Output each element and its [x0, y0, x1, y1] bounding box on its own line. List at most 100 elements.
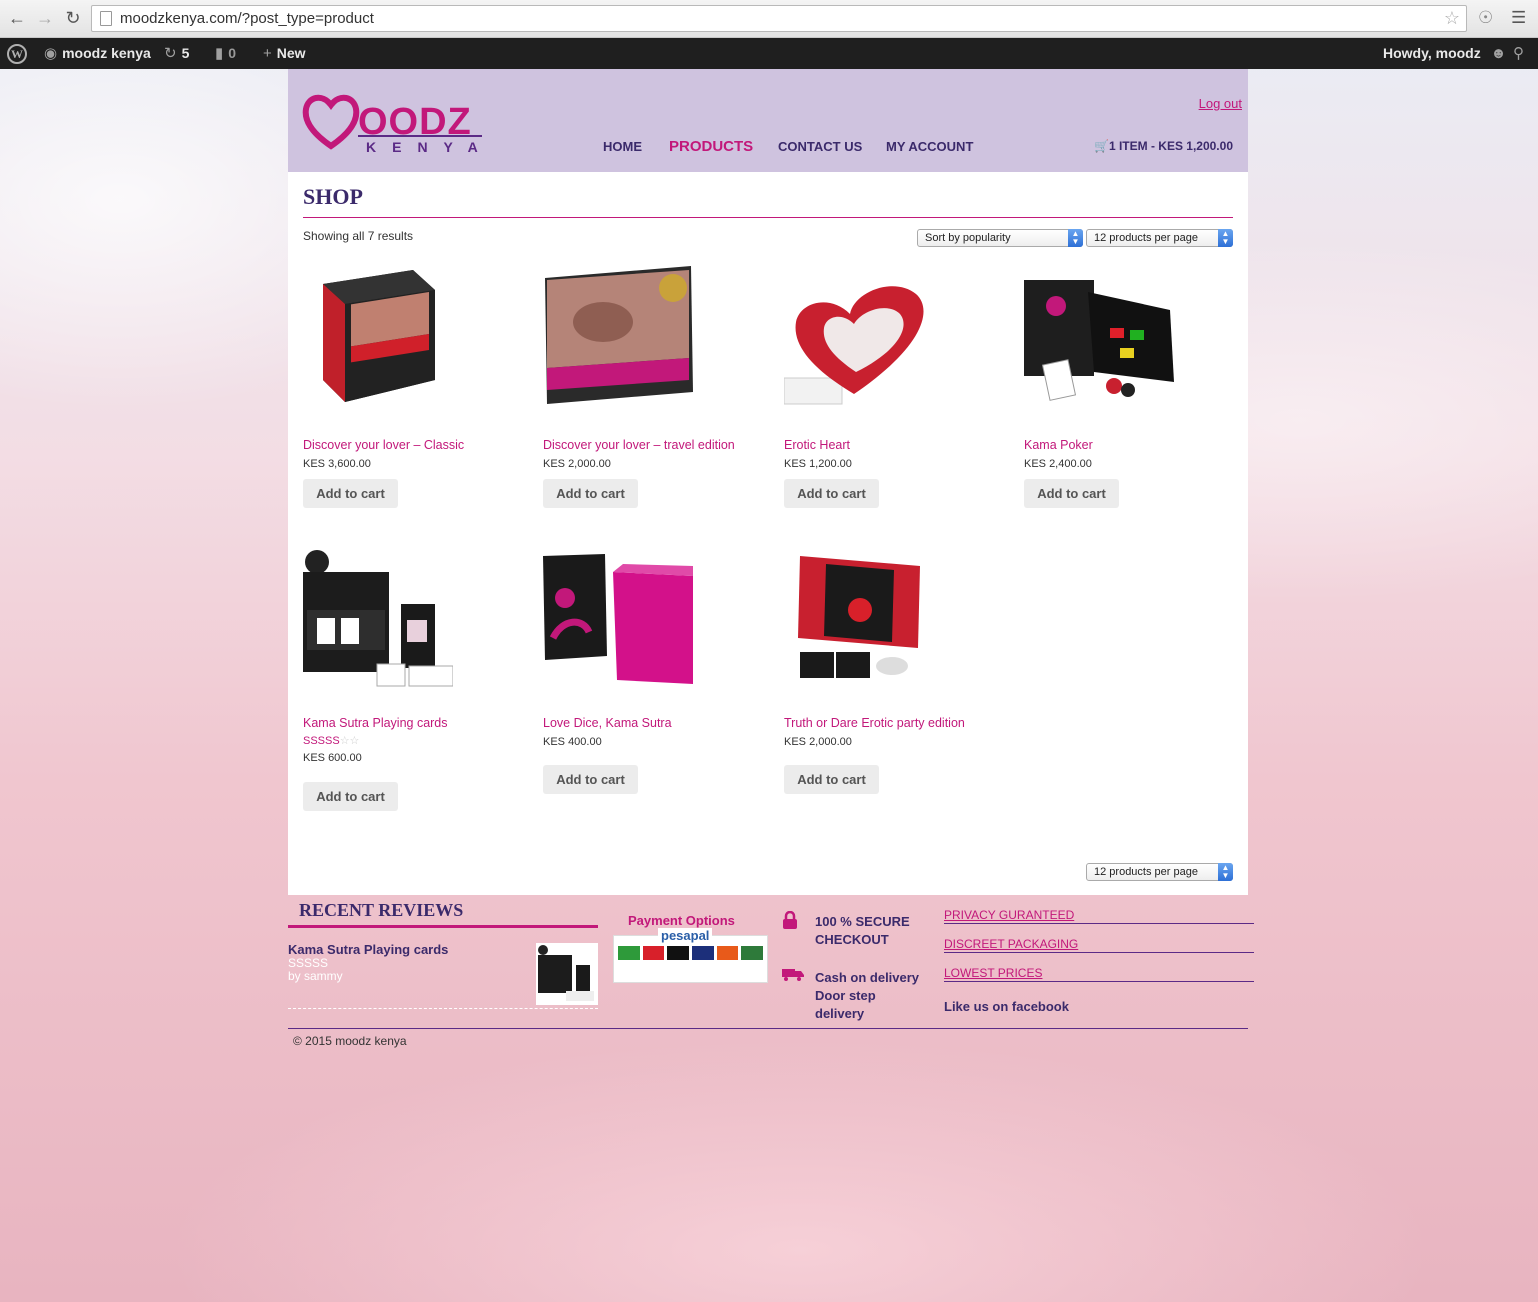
product-name[interactable]: Kama Sutra Playing cards	[303, 716, 448, 730]
add-to-cart-button[interactable]: Add to cart	[784, 479, 879, 508]
product-image[interactable]	[543, 262, 693, 412]
product-image[interactable]	[543, 548, 693, 698]
site-logo[interactable]: OODZ KENYA	[302, 91, 492, 161]
shop-content: SHOP Showing all 7 results Sort by popul…	[288, 172, 1248, 895]
product-name[interactable]: Truth or Dare Erotic party edition	[784, 716, 965, 730]
per-page-select[interactable]: 12 products per page ▲ ▼	[1086, 229, 1233, 247]
new-label: New	[276, 45, 306, 61]
admin-bar: W ◉ moodz kenya ↻ 5 ▮ 0 + New Howdy, moodz ☻…	[0, 38, 1538, 69]
cod-line-2: Door step	[815, 988, 876, 1003]
product-price: KES 1,200.00	[784, 458, 852, 470]
product-image[interactable]	[784, 548, 934, 698]
product-name[interactable]: Love Dice, Kama Sutra	[543, 716, 672, 730]
logo-sub: KENYA	[366, 139, 494, 155]
site-name-link[interactable]: ◉ moodz kenya	[44, 38, 151, 69]
pesapal-badge: pesapal	[613, 928, 768, 983]
add-to-cart-button[interactable]: Add to cart	[303, 782, 398, 811]
updates-link[interactable]: ↻ 5	[164, 38, 189, 69]
per-page-select-bottom[interactable]: 12 products per page ▲ ▼	[1086, 863, 1233, 881]
product-price: KES 2,400.00	[1024, 458, 1092, 470]
nav-contact[interactable]: CONTACT US	[778, 139, 862, 154]
back-icon[interactable]: ←	[6, 7, 28, 29]
forward-icon[interactable]: →	[34, 7, 56, 29]
menu-icon[interactable]: ☰	[1511, 8, 1526, 28]
copyright: © 2015 moodz kenya	[293, 1034, 407, 1048]
nav-products[interactable]: PRODUCTS	[669, 138, 753, 155]
page-icon	[100, 11, 112, 26]
payment-options-title: Payment Options	[628, 913, 735, 928]
lock-icon	[783, 911, 797, 929]
review-product-link[interactable]: Kama Sutra Playing cards	[288, 942, 448, 957]
secure-checkout: 100 % SECURE CHECKOUT	[815, 913, 910, 949]
cash-on-delivery: Cash on delivery Door step delivery	[815, 969, 919, 1023]
secure-line-1: 100 % SECURE	[815, 914, 910, 929]
updates-count: 5	[181, 45, 190, 61]
updates-icon: ↻	[164, 45, 177, 62]
sort-select[interactable]: Sort by popularity ▲ ▼	[917, 229, 1083, 247]
review-divider	[288, 1008, 598, 1009]
product-name[interactable]: Erotic Heart	[784, 438, 850, 452]
comments-link[interactable]: ▮ 0	[215, 38, 236, 69]
product-image[interactable]	[303, 548, 453, 698]
result-count: Showing all 7 results	[303, 229, 414, 243]
logout-link[interactable]: Log out	[1199, 96, 1242, 111]
product-image[interactable]	[784, 262, 934, 412]
nav-home[interactable]: HOME	[603, 139, 642, 154]
product-price: KES 2,000.00	[543, 458, 611, 470]
url-text: moodzkenya.com/?post_type=product	[120, 10, 374, 27]
site-header: OODZ KENYA Log out HOME PRODUCTS CONTACT…	[288, 69, 1248, 172]
facebook-link[interactable]: Like us on facebook	[944, 999, 1069, 1014]
recent-reviews-title: RECENT REVIEWS	[299, 900, 464, 920]
comment-icon: ▮	[215, 45, 224, 62]
cod-line-3: delivery	[815, 1006, 865, 1021]
product-price: KES 400.00	[543, 736, 602, 748]
add-to-cart-button[interactable]: Add to cart	[303, 479, 398, 508]
title-divider	[303, 217, 1233, 218]
plus-icon: +	[263, 45, 272, 62]
lowest-prices-link[interactable]: LOWEST PRICES	[944, 966, 1254, 982]
nav-account[interactable]: MY ACCOUNT	[886, 139, 973, 154]
product-image[interactable]	[303, 262, 453, 412]
address-bar[interactable]: moodzkenya.com/?post_type=product ☆	[91, 5, 1467, 32]
site-name: moodz kenya	[62, 45, 151, 61]
pesapal-logo: pesapal	[658, 928, 713, 943]
per-page-value: 12 products per page	[1094, 232, 1198, 244]
rating-stars: SSSSS☆☆	[303, 735, 360, 747]
logo-word: OODZ	[358, 101, 472, 143]
add-to-cart-button[interactable]: Add to cart	[1024, 479, 1119, 508]
admin-search-icon[interactable]: ⚲	[1513, 38, 1529, 69]
product-price: KES 3,600.00	[303, 458, 371, 470]
select-arrows-icon: ▲ ▼	[1068, 229, 1083, 247]
product-name[interactable]: Discover your lover – Classic	[303, 438, 464, 452]
account-link[interactable]: Howdy, moodz ☻	[1383, 38, 1511, 69]
product-name[interactable]: Kama Poker	[1024, 438, 1093, 452]
product-name[interactable]: Discover your lover – travel edition	[543, 438, 735, 452]
browser-toolbar: ← → ↻ moodzkenya.com/?post_type=product …	[0, 0, 1538, 38]
product-price: KES 600.00	[303, 752, 362, 764]
add-to-cart-button[interactable]: Add to cart	[543, 765, 638, 794]
dashboard-icon: ◉	[44, 45, 58, 62]
discreet-packaging-link[interactable]: DISCREET PACKAGING	[944, 937, 1254, 953]
howdy-text: Howdy, moodz	[1383, 45, 1481, 61]
new-content-link[interactable]: + New	[263, 38, 306, 69]
extension-icon[interactable]: ☉	[1478, 8, 1493, 28]
delivery-truck-icon	[782, 969, 804, 981]
product-image[interactable]	[1024, 262, 1174, 412]
cart-icon: 🛒	[1093, 139, 1109, 153]
heart-logo-icon	[302, 94, 360, 150]
add-to-cart-button[interactable]: Add to cart	[784, 765, 879, 794]
review-stars: SSSSS	[288, 956, 329, 970]
review-thumbnail[interactable]	[536, 943, 598, 1005]
reload-icon[interactable]: ↻	[62, 7, 84, 29]
per-page-value: 12 products per page	[1094, 866, 1198, 878]
payment-method-icons	[618, 946, 764, 960]
privacy-link[interactable]: PRIVACY GURANTEED	[944, 908, 1254, 924]
add-to-cart-button[interactable]: Add to cart	[543, 479, 638, 508]
bookmark-star-icon[interactable]: ☆	[1444, 6, 1460, 31]
cod-line-1: Cash on delivery	[815, 970, 920, 985]
wordpress-icon[interactable]: W	[7, 38, 27, 69]
select-arrows-icon: ▲ ▼	[1218, 229, 1233, 247]
recent-reviews-divider	[288, 925, 598, 928]
cart-link[interactable]: 🛒1 ITEM - KES 1,200.00	[1094, 139, 1233, 153]
sort-value: Sort by popularity	[925, 232, 1011, 244]
